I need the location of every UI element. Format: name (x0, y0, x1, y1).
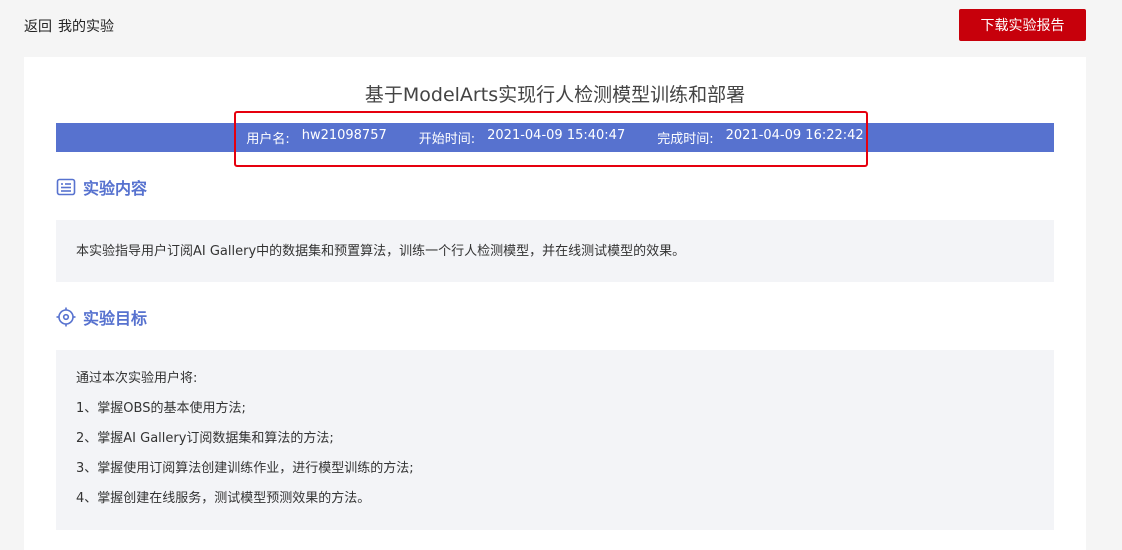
goal-item-4: 4、掌握创建在线服务，测试模型预测效果的方法。 (76, 491, 371, 506)
goal-panel: 通过本次实验用户将: 1、掌握OBS的基本使用方法; 2、掌握AI Galler… (56, 350, 1054, 530)
content-description: 本实验指导用户订阅AI Gallery中的数据集和预置算法，训练一个行人检测模型… (76, 244, 686, 259)
goal-intro: 通过本次实验用户将: (76, 371, 198, 386)
end-time-value: 2021-04-09 16:22:42 (725, 128, 864, 143)
experiment-info-bar: 用户名: hw21098757 开始时间: 2021-04-09 15:40:4… (56, 123, 1054, 152)
user-info: 用户名: hw21098757 (246, 128, 386, 147)
goal-item-1: 1、掌握OBS的基本使用方法; (76, 401, 246, 416)
content-description-panel: 本实验指导用户订阅AI Gallery中的数据集和预置算法，训练一个行人检测模型… (56, 220, 1054, 282)
start-time-label: 开始时间: (418, 132, 476, 147)
back-link[interactable]: 返回 (24, 16, 52, 36)
page-title: 基于ModelArts实现行人检测模型训练和部署 (364, 84, 746, 106)
breadcrumb[interactable]: 我的实验 (58, 16, 114, 36)
goal-section-header: 实验目标 (56, 305, 147, 329)
report-card: 基于ModelArts实现行人检测模型训练和部署 用户名: hw21098757… (24, 57, 1086, 550)
goal-item-3: 3、掌握使用订阅算法创建训练作业，进行模型训练的方法; (76, 461, 414, 476)
goal-section-title: 实验目标 (83, 309, 148, 328)
end-time-info: 完成时间: 2021-04-09 16:22:42 (657, 128, 863, 147)
top-bar: 返回 我的实验 下载实验报告 (0, 0, 1122, 50)
download-report-button[interactable]: 下载实验报告 (959, 9, 1086, 41)
end-time-label: 完成时间: (657, 132, 714, 147)
goal-item-2: 2、掌握AI Gallery订阅数据集和算法的方法; (76, 431, 334, 446)
content-section-title: 实验内容 (83, 179, 148, 198)
content-section-header: 实验内容 (56, 175, 147, 199)
document-list-icon (56, 177, 76, 197)
start-time-value: 2021-04-09 15:40:47 (487, 128, 626, 143)
user-label: 用户名: (246, 132, 290, 147)
user-value: hw21098757 (301, 128, 387, 143)
start-time-info: 开始时间: 2021-04-09 15:40:47 (419, 128, 625, 147)
target-icon (56, 307, 76, 327)
